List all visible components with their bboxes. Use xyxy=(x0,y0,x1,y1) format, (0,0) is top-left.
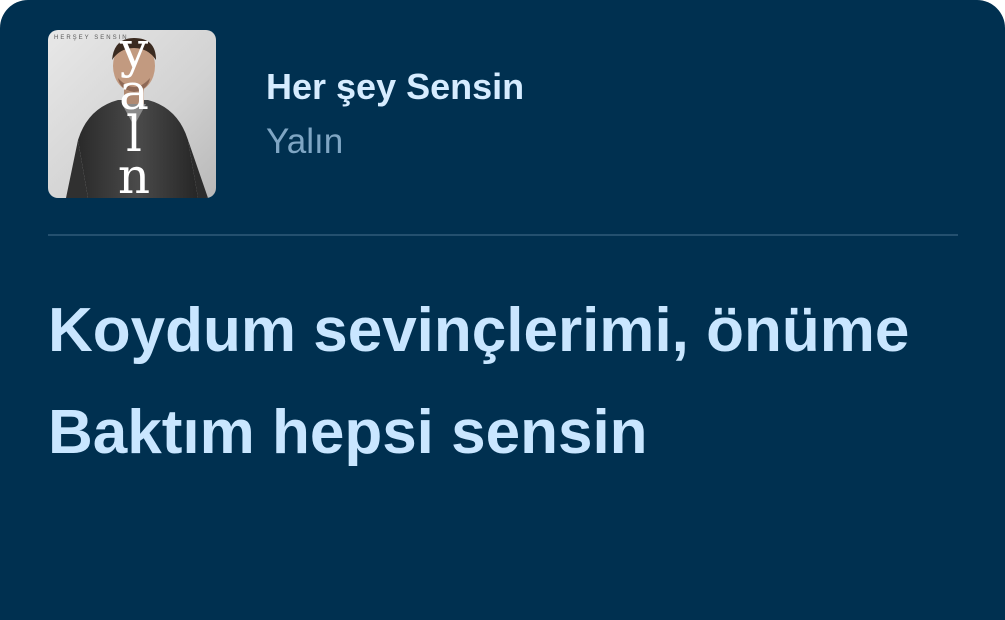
song-header[interactable]: HERŞEY SENSIN y a l n Her şey Sensin Yal… xyxy=(48,30,958,198)
song-title: Her şey Sensin xyxy=(266,66,525,107)
album-art-lettering: y a l n xyxy=(112,30,156,198)
lyrics-share-card: HERŞEY SENSIN y a l n Her şey Sensin Yal… xyxy=(0,0,1005,620)
album-art-letter: n xyxy=(117,147,151,198)
album-artwork[interactable]: HERŞEY SENSIN y a l n xyxy=(48,30,216,198)
lyric-line: Koydum sevinçlerimi, önüme xyxy=(48,296,910,365)
lyric-line: Baktım hepsi sensin xyxy=(48,398,648,467)
lyrics-body: Koydum sevinçlerimi, önüme Baktım hepsi … xyxy=(48,292,968,496)
divider xyxy=(48,234,958,236)
artist-name: Yalın xyxy=(266,122,344,161)
